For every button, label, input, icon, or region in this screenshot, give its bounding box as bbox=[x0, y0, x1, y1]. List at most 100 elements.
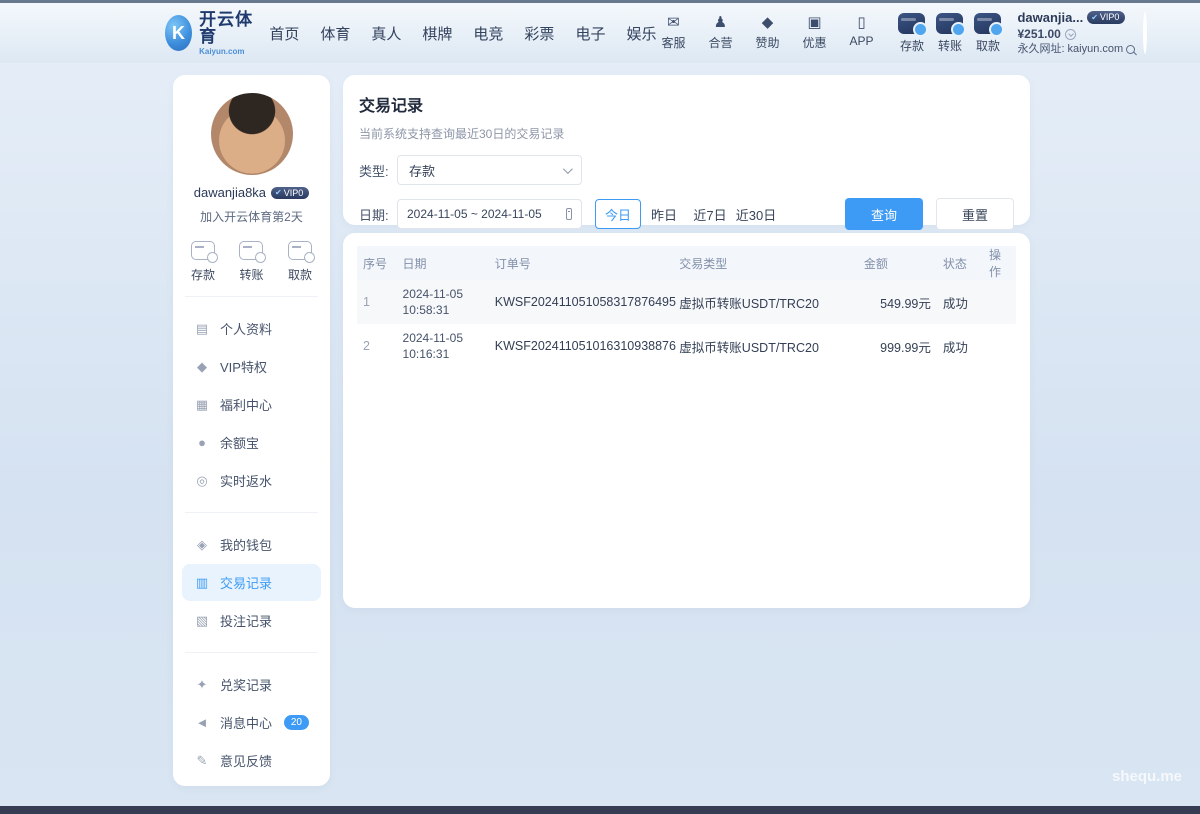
header-quick-label: 赞助 bbox=[755, 34, 779, 51]
brand-subtitle: Kaiyun.com bbox=[199, 47, 253, 56]
cell-status: 成功 bbox=[937, 324, 983, 368]
gift-promo-icon: ▣ bbox=[807, 15, 821, 31]
header-wallet-action[interactable]: 转账 bbox=[936, 13, 963, 54]
sidebar-menu-item[interactable]: ● 余额宝 bbox=[182, 424, 321, 461]
sidebar-menu-label: 消息中心 bbox=[220, 713, 272, 732]
nav-item[interactable]: 娱乐 bbox=[626, 23, 656, 44]
sidebar-menu-item[interactable]: ✦ 兑奖记录 bbox=[182, 666, 321, 703]
header-wallet-action[interactable]: 取款 bbox=[974, 13, 1001, 54]
header-avatar[interactable] bbox=[1143, 12, 1147, 54]
cell-operation bbox=[983, 324, 1016, 368]
sidebar-menu-item[interactable]: ▧ 投注记录 bbox=[182, 602, 321, 639]
type-select-value: 存款 bbox=[409, 161, 435, 180]
deposit-icon bbox=[191, 241, 215, 260]
vip-level-label: VIP0 bbox=[1100, 12, 1120, 23]
table-header-cell: 金额 bbox=[858, 246, 937, 280]
header-wallet-label: 存款 bbox=[900, 37, 924, 54]
sidebar-menu-label: 福利中心 bbox=[220, 395, 272, 414]
header-quick-label: 优惠 bbox=[802, 34, 826, 51]
header-wallet-label: 取款 bbox=[976, 37, 1000, 54]
brand-logo[interactable]: K 开云体育 Kaiyun.com bbox=[165, 11, 253, 56]
nav-item[interactable]: 彩票 bbox=[524, 23, 554, 44]
balance-dropdown-icon[interactable] bbox=[1065, 29, 1076, 40]
nav-item[interactable]: 电子 bbox=[575, 23, 605, 44]
vip-check-icon: ✔ bbox=[1091, 13, 1098, 23]
header-wallet-actions: 存款 转账 取款 bbox=[898, 13, 1001, 54]
sidebar-menu-label: 交易记录 bbox=[220, 573, 272, 592]
sidebar-menu-item[interactable]: ⓘ 帮助中心 bbox=[182, 780, 321, 786]
realtime-rebate-icon: ◎ bbox=[194, 473, 210, 489]
header-quick-label: 客服 bbox=[661, 34, 685, 51]
brand-logo-icon: K bbox=[165, 15, 192, 51]
header-username[interactable]: dawanjia... bbox=[1017, 10, 1083, 26]
cell-datetime: 2024-11-05 10:58:31 bbox=[397, 280, 489, 324]
table-header-cell: 序号 bbox=[357, 246, 397, 280]
permanent-url-label: 永久网址: bbox=[1017, 43, 1064, 57]
cell-index: 1 bbox=[357, 280, 397, 324]
nav-item[interactable]: 真人 bbox=[371, 23, 401, 44]
sidebar-menu-label: 个人资料 bbox=[220, 319, 272, 338]
type-select[interactable]: 存款 bbox=[397, 155, 582, 185]
header-quick-item[interactable]: ▣ 优惠 bbox=[797, 15, 831, 51]
sidebar-vip-badge: ✔ VIP0 bbox=[271, 187, 309, 199]
transactions-table: 序号 日期 订单号 交易类型 金额 状态 操作 bbox=[357, 246, 1016, 368]
date-range-input[interactable] bbox=[407, 207, 562, 221]
message-center-icon: ◄ bbox=[194, 715, 210, 730]
calendar-icon[interactable] bbox=[566, 208, 572, 220]
quick-range-buttons: 今日 昨日 近7日 近30日 bbox=[595, 199, 779, 229]
sidebar-menu-label: VIP特权 bbox=[220, 357, 267, 376]
vip-privilege-icon: ◆ bbox=[194, 359, 210, 375]
range-button[interactable]: 近7日 bbox=[687, 199, 733, 229]
chevron-down-icon bbox=[563, 164, 573, 174]
header-wallet-label: 转账 bbox=[938, 37, 962, 54]
nav-item[interactable]: 体育 bbox=[320, 23, 350, 44]
sidebar-quick-actions: 存款 转账 取款 bbox=[173, 241, 330, 283]
sidebar-menu-item[interactable]: ▦ 福利中心 bbox=[182, 386, 321, 423]
reset-button[interactable]: 重置 bbox=[936, 198, 1014, 230]
cell-operation bbox=[983, 280, 1016, 324]
sidebar-menu-label: 实时返水 bbox=[220, 471, 272, 490]
sidebar-menu-item[interactable]: ◈ 我的钱包 bbox=[182, 526, 321, 563]
query-button[interactable]: 查询 bbox=[845, 198, 923, 230]
sidebar-menu-item[interactable]: ◄ 消息中心 20 bbox=[182, 704, 321, 741]
header-quick-label: 合营 bbox=[708, 34, 732, 51]
table-header-row: 序号 日期 订单号 交易类型 金额 状态 操作 bbox=[357, 246, 1016, 280]
range-button[interactable]: 今日 bbox=[595, 199, 641, 229]
range-button[interactable]: 昨日 bbox=[641, 199, 687, 229]
cell-date: 2024-11-05 bbox=[403, 286, 483, 302]
sidebar: dawanjia8ka ✔ VIP0 加入开云体育第2天 存款 转账 bbox=[173, 75, 330, 786]
divider bbox=[185, 652, 318, 653]
header-quick-item[interactable]: ✉ 客服 bbox=[656, 15, 690, 51]
nav-item[interactable]: 电竞 bbox=[473, 23, 503, 44]
date-range-picker[interactable] bbox=[397, 199, 582, 229]
records-table-card: 序号 日期 订单号 交易类型 金额 状态 操作 bbox=[343, 233, 1030, 608]
header-wallet-action[interactable]: 存款 bbox=[898, 13, 925, 54]
cell-amount: 549.99元 bbox=[858, 280, 937, 324]
cell-order-number: KWSF202411051058317876495 bbox=[489, 280, 674, 324]
search-icon[interactable] bbox=[1126, 45, 1135, 54]
sidebar-quick-action[interactable]: 存款 bbox=[191, 241, 215, 283]
cell-amount: 999.99元 bbox=[858, 324, 937, 368]
table-body: 1 2024-11-05 10:58:31 KWSF20241105105831… bbox=[357, 280, 1016, 368]
cell-order-number: KWSF202411051016310938876 bbox=[489, 324, 674, 368]
sidebar-menu-item[interactable]: ▤ 个人资料 bbox=[182, 310, 321, 347]
nav-item[interactable]: 棋牌 bbox=[422, 23, 452, 44]
header-quick-item[interactable]: ◆ 赞助 bbox=[750, 15, 784, 51]
table-header-cell: 日期 bbox=[397, 246, 489, 280]
header-quick-item[interactable]: ▯ APP bbox=[844, 15, 878, 51]
sidebar-quick-action[interactable]: 取款 bbox=[288, 241, 312, 283]
sidebar-menu-item[interactable]: ◆ VIP特权 bbox=[182, 348, 321, 385]
sidebar-quick-action[interactable]: 转账 bbox=[239, 241, 263, 283]
betting-records-icon: ▧ bbox=[194, 613, 210, 629]
cell-transaction-type: 虚拟币转账USDT/TRC20 bbox=[673, 324, 858, 368]
sidebar-menu-item[interactable]: ✎ 意见反馈 bbox=[182, 742, 321, 779]
divider bbox=[185, 296, 318, 297]
range-button[interactable]: 近30日 bbox=[733, 199, 779, 229]
nav-item[interactable]: 首页 bbox=[269, 23, 299, 44]
sidebar-menu-item[interactable]: ▥ 交易记录 bbox=[182, 564, 321, 601]
transfer-icon bbox=[239, 241, 263, 260]
unread-count-badge: 20 bbox=[284, 715, 309, 730]
sidebar-menu-item[interactable]: ◎ 实时返水 bbox=[182, 462, 321, 499]
cell-index: 2 bbox=[357, 324, 397, 368]
header-quick-item[interactable]: ♟ 合营 bbox=[703, 15, 737, 51]
